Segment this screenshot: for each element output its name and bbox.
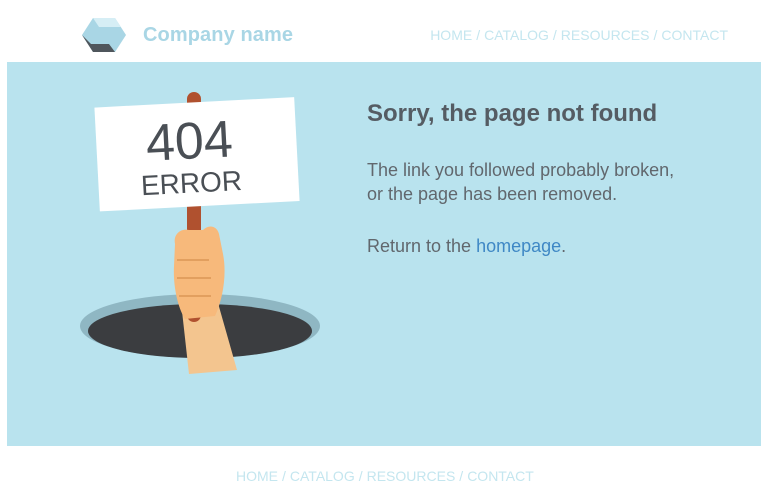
nav-separator: / — [358, 468, 363, 484]
return-prefix: Return to the — [367, 236, 477, 256]
homepage-link[interactable]: homepage — [476, 236, 561, 256]
error-message: Sorry, the page not found The link you f… — [367, 98, 747, 258]
footer-home-link[interactable]: HOME — [236, 468, 278, 484]
hexagon-logo-icon[interactable] — [81, 16, 127, 54]
footer-contact-link[interactable]: CONTACT — [467, 468, 534, 484]
site-footer: HOME / CATALOG / RESOURCES / CONTACT — [0, 446, 768, 491]
footer-catalog-link[interactable]: CATALOG — [290, 468, 355, 484]
page-title: Sorry, the page not found — [367, 100, 658, 127]
nav-separator: / — [476, 27, 481, 43]
error-label: ERROR — [140, 165, 243, 201]
return-suffix: . — [561, 236, 567, 256]
return-text: Return to the homepage. — [367, 234, 747, 258]
error-description: The link you followed probably broken, o… — [367, 158, 747, 206]
hand-holding-404-sign-illustration: 404 ERROR — [80, 92, 320, 374]
top-nav: HOME / CATALOG / RESOURCES / CONTACT — [430, 27, 728, 43]
company-name[interactable]: Company name — [143, 24, 293, 47]
nav-catalog-link[interactable]: CATALOG — [484, 27, 549, 43]
error-page: Company name HOME / CATALOG / RESOURCES / CONT… — [0, 0, 768, 491]
main-panel: 404 ERROR Sorry, the page not found The … — [7, 62, 761, 446]
site-header: Company name HOME / CATALOG / RESOURCES / CONT… — [0, 0, 768, 62]
footer-nav: HOME / CATALOG / RESOURCES / CONTACT — [236, 468, 534, 484]
nav-contact-link[interactable]: CONTACT — [661, 27, 728, 43]
nav-separator: / — [653, 27, 658, 43]
nav-separator: / — [282, 468, 286, 484]
nav-resources-link[interactable]: RESOURCES — [561, 27, 650, 43]
hand — [173, 226, 225, 319]
footer-resources-link[interactable]: RESOURCES — [367, 468, 456, 484]
nav-home-link[interactable]: HOME — [430, 27, 472, 43]
nav-separator: / — [459, 468, 464, 484]
description-line-2: or the page has been removed. — [367, 184, 618, 204]
error-code: 404 — [144, 110, 234, 172]
nav-separator: / — [552, 27, 557, 43]
description-line-1: The link you followed probably broken, — [367, 160, 675, 180]
